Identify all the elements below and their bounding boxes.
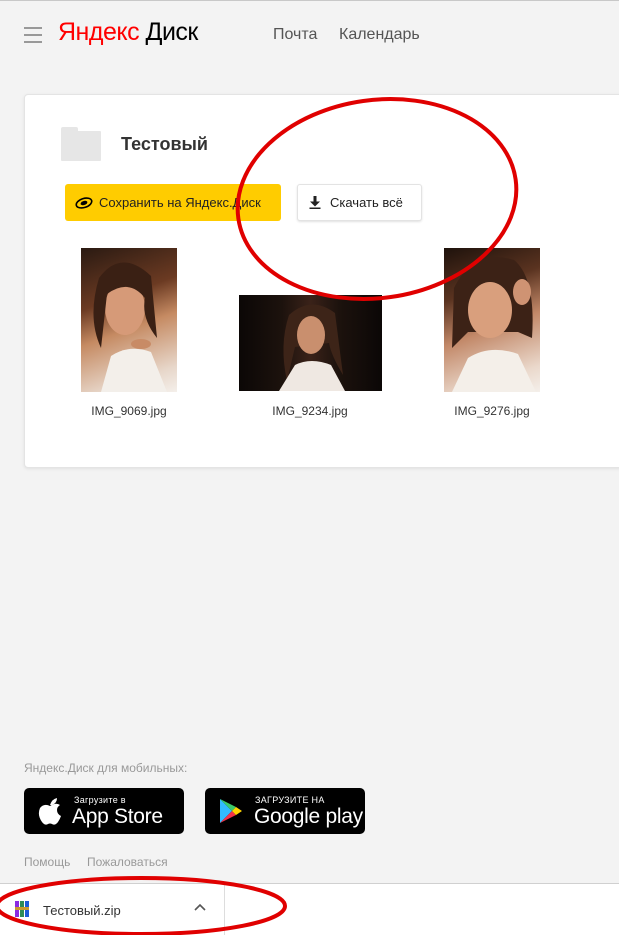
app-store-small-text: Загрузите в bbox=[74, 795, 126, 805]
zip-archive-icon bbox=[15, 901, 29, 917]
download-all-label: Скачать всё bbox=[330, 195, 403, 210]
file-name[interactable]: IMG_9069.jpg bbox=[59, 404, 199, 418]
mobile-apps-label: Яндекс.Диск для мобильных: bbox=[24, 761, 188, 775]
file-thumbnail-image[interactable] bbox=[81, 248, 177, 392]
shared-folder-card: Тестовый Сохранить на Яндекс.Диск Скачат… bbox=[24, 94, 619, 468]
menu-icon[interactable] bbox=[24, 27, 42, 43]
file-thumbnail-image[interactable] bbox=[239, 295, 382, 391]
save-to-disk-button[interactable]: Сохранить на Яндекс.Диск bbox=[65, 184, 281, 221]
top-border bbox=[0, 0, 619, 1]
chevron-up-icon[interactable] bbox=[193, 901, 207, 915]
downloaded-file-name: Тестовый.zip bbox=[43, 903, 121, 918]
folder-title: Тестовый bbox=[121, 134, 208, 154]
help-link[interactable]: Помощь bbox=[24, 855, 70, 869]
file-thumbnail-image[interactable] bbox=[444, 248, 540, 392]
report-link[interactable]: Пожаловаться bbox=[87, 855, 168, 869]
file-name[interactable]: IMG_9276.jpg bbox=[422, 404, 562, 418]
app-store-badge[interactable]: Загрузите в App Store bbox=[24, 788, 184, 834]
google-play-icon bbox=[220, 799, 242, 823]
app-store-big-text: App Store bbox=[72, 805, 163, 828]
download-item[interactable]: Тестовый.zip bbox=[0, 884, 225, 935]
yandex-disk-logo[interactable]: Яндекс Диск bbox=[58, 18, 198, 47]
download-icon bbox=[309, 196, 321, 209]
file-name[interactable]: IMG_9234.jpg bbox=[240, 404, 380, 418]
logo-disk-text: Диск bbox=[145, 18, 199, 46]
google-play-big-text: Google play bbox=[254, 805, 363, 828]
nav-calendar-link[interactable]: Календарь bbox=[339, 26, 420, 44]
save-to-disk-label: Сохранить на Яндекс.Диск bbox=[99, 195, 261, 210]
google-play-small-text: ЗАГРУЗИТЕ НА bbox=[255, 795, 325, 805]
apple-icon bbox=[38, 798, 61, 825]
logo-yandex-text: Яндекс bbox=[58, 18, 140, 46]
yandex-disk-icon bbox=[75, 196, 93, 209]
browser-download-bar: Тестовый.zip bbox=[0, 883, 619, 935]
folder-icon bbox=[61, 127, 101, 161]
download-all-button[interactable]: Скачать всё bbox=[297, 184, 422, 221]
nav-mail-link[interactable]: Почта bbox=[273, 26, 317, 44]
google-play-badge[interactable]: ЗАГРУЗИТЕ НА Google play bbox=[205, 788, 365, 834]
